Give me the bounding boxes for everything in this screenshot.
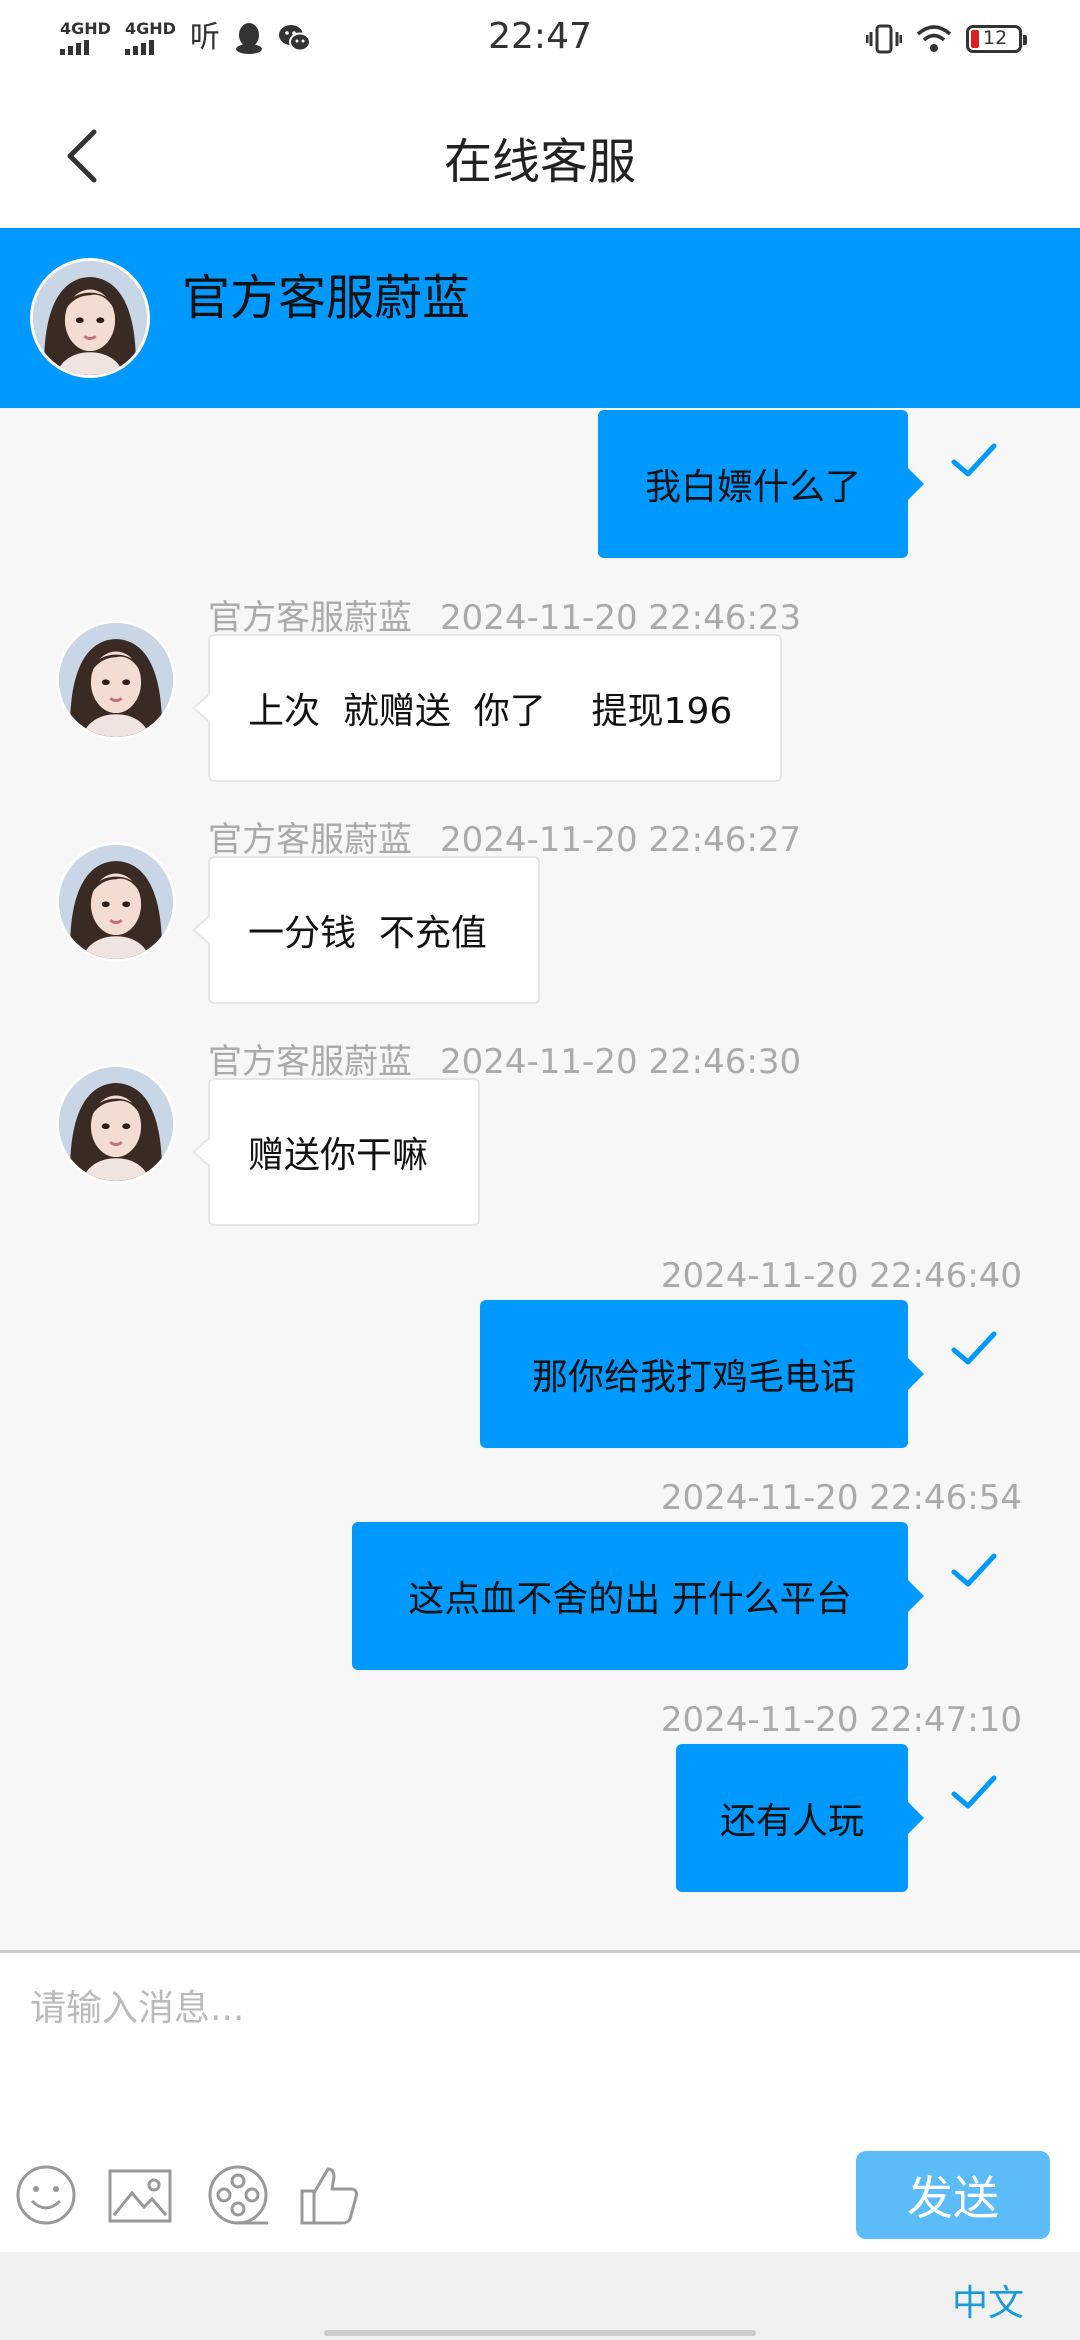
emoji-icon[interactable]: [14, 2163, 78, 2227]
keyboard-bar: 中文: [0, 2252, 1080, 2340]
wifi-icon: [916, 25, 952, 52]
sent-check-icon: [950, 1328, 998, 1368]
sender-name: 官方客服蔚蓝: [208, 1042, 412, 1082]
message-meta: 官方客服蔚蓝 2024-11-20 22:46:23: [208, 590, 801, 639]
message-input[interactable]: 请输入消息...: [30, 1979, 244, 2031]
message-time: 2024-11-20 22:46:54: [660, 1478, 1022, 1518]
vibrate-icon: [866, 24, 902, 54]
message-time: 2024-11-20 22:47:10: [660, 1700, 1022, 1740]
battery-icon: 12: [966, 25, 1027, 53]
page-title: 在线客服: [443, 134, 636, 190]
outgoing-message[interactable]: 这点血不舍的出 开什么平台: [352, 1522, 924, 1670]
chat-area[interactable]: 我白嫖什么了 官方客服蔚蓝 2024-11-20 22:46:23 上次 就赠送 …: [0, 408, 1080, 1950]
ime-language-toggle[interactable]: 中文: [952, 2274, 1024, 2326]
home-indicator[interactable]: [324, 2330, 756, 2336]
message-time: 2024-11-20 22:46:30: [440, 1042, 802, 1082]
message-time: 2024-11-20 22:46:27: [440, 820, 802, 860]
incoming-message[interactable]: 上次 就赠送 你了 提现196: [192, 634, 782, 782]
message-time: 2024-11-20 22:46:23: [440, 598, 802, 638]
send-button[interactable]: 发送: [856, 2151, 1050, 2239]
outgoing-message[interactable]: 还有人玩: [676, 1744, 924, 1892]
agent-name: 官方客服蔚蓝: [182, 270, 471, 326]
outgoing-message[interactable]: 那你给我打鸡毛电话: [480, 1300, 924, 1448]
video-icon[interactable]: [206, 2163, 270, 2227]
status-bar: 4GHD 4GHD 听 22:47 12: [0, 0, 1080, 84]
thumbs-up-icon[interactable]: [298, 2163, 362, 2227]
agent-avatar[interactable]: [56, 620, 176, 740]
incoming-message[interactable]: 赠送你干嘛: [192, 1078, 480, 1226]
message-time: 2024-11-20 22:46:40: [660, 1256, 1022, 1296]
message-meta: 官方客服蔚蓝 2024-11-20 22:46:30: [208, 1034, 801, 1083]
image-icon[interactable]: [108, 2163, 172, 2227]
agent-avatar[interactable]: [30, 258, 150, 378]
outgoing-message[interactable]: 我白嫖什么了: [598, 410, 924, 558]
incoming-message[interactable]: 一分钱 不充值: [192, 856, 540, 1004]
sent-check-icon: [950, 1772, 998, 1812]
sent-check-icon: [950, 440, 998, 480]
agent-avatar[interactable]: [56, 1064, 176, 1184]
sender-name: 官方客服蔚蓝: [208, 598, 412, 638]
status-right: 12: [866, 24, 1027, 54]
message-meta: 官方客服蔚蓝 2024-11-20 22:46:27: [208, 812, 801, 861]
agent-bar: 官方客服蔚蓝: [0, 228, 1080, 408]
message-composer: 请输入消息... 发送: [0, 1950, 1080, 2252]
sender-name: 官方客服蔚蓝: [208, 820, 412, 860]
agent-avatar[interactable]: [56, 842, 176, 962]
battery-level: 12: [983, 27, 1008, 49]
app-header: 在线客服: [0, 84, 1080, 228]
sent-check-icon: [950, 1550, 998, 1590]
